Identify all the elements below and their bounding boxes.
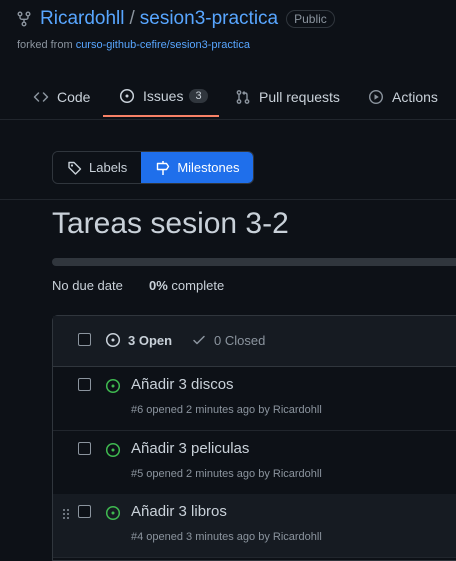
code-icon	[33, 89, 49, 105]
repo-separator: /	[129, 8, 135, 29]
issue-checkbox[interactable]	[78, 442, 91, 455]
repo-forked-icon	[16, 11, 32, 27]
issue-open-icon	[105, 505, 121, 521]
repo-owner-link[interactable]: Ricardohll	[40, 8, 124, 30]
visibility-badge: Public	[286, 10, 335, 28]
select-all-checkbox[interactable]	[78, 333, 91, 346]
issue-row[interactable]: Añadir 3 libros #4 opened 3 minutes ago …	[53, 494, 456, 558]
closed-issues-filter[interactable]: 0 Closed	[191, 332, 265, 348]
milestone-percent: 0%	[149, 278, 168, 293]
tab-issues[interactable]: Issues 3	[103, 76, 219, 117]
issue-meta: #5 opened 2 minutes ago by Ricardohll	[131, 468, 322, 480]
milestone-icon	[155, 160, 171, 176]
check-icon	[191, 332, 207, 348]
issue-checkbox[interactable]	[78, 505, 91, 518]
drag-handle-icon[interactable]	[62, 508, 70, 520]
issue-meta: #6 opened 2 minutes ago by Ricardohll	[131, 404, 322, 416]
milestones-button-label: Milestones	[177, 160, 240, 175]
issues-count-badge: 3	[189, 88, 208, 103]
tab-code-label: Code	[57, 89, 91, 105]
issue-row[interactable]: Añadir 3 peliculas #5 opened 2 minutes a…	[53, 431, 456, 495]
labels-button[interactable]: Labels	[53, 152, 142, 183]
tab-pull-requests[interactable]: Pull requests	[235, 76, 340, 118]
milestone-title: Tareas sesion 3-2	[52, 207, 289, 240]
issues-box: 3 Open 0 Closed Añadir 3 discos #6 opene…	[52, 315, 456, 561]
repo-tabs: Code Issues 3 Pull requests Actions	[0, 76, 456, 120]
tab-code[interactable]: Code	[33, 76, 90, 118]
open-issues-filter[interactable]: 3 Open	[105, 332, 172, 348]
issue-title-link[interactable]: Añadir 3 libros	[131, 503, 227, 520]
milestone-progress-bar	[52, 258, 456, 266]
repo-title: Ricardohll / sesion3-practica Public	[16, 8, 335, 30]
git-pull-request-icon	[235, 89, 251, 105]
section-divider	[0, 199, 456, 200]
forked-from-link[interactable]: curso-github-cefire/sesion3-practica	[76, 39, 250, 51]
issue-title-link[interactable]: Añadir 3 peliculas	[131, 440, 249, 457]
forked-from-line: forked from curso-github-cefire/sesion3-…	[17, 39, 250, 51]
issue-open-icon	[105, 442, 121, 458]
milestone-completion: 0% complete	[149, 278, 224, 293]
tag-icon	[67, 160, 83, 176]
tab-issues-label: Issues	[143, 87, 184, 104]
issues-box-header: 3 Open 0 Closed	[53, 316, 456, 367]
issue-row[interactable]: Añadir 3 discos #6 opened 2 minutes ago …	[53, 367, 456, 431]
issue-open-icon	[105, 378, 121, 394]
milestones-button[interactable]: Milestones	[141, 152, 254, 183]
labels-milestones-switch: Labels Milestones	[52, 151, 255, 184]
labels-button-label: Labels	[89, 160, 128, 175]
issue-opened-icon	[105, 332, 121, 348]
open-issues-label: 3 Open	[128, 332, 173, 348]
milestone-complete-label: complete	[171, 278, 225, 293]
milestone-due-date: No due date	[52, 278, 123, 293]
repo-name-link[interactable]: sesion3-practica	[140, 8, 278, 30]
tab-pull-requests-label: Pull requests	[259, 89, 340, 105]
tab-actions-label: Actions	[392, 89, 438, 105]
tab-actions[interactable]: Actions	[368, 76, 438, 118]
play-icon	[368, 89, 384, 105]
issue-meta: #4 opened 3 minutes ago by Ricardohll	[131, 531, 322, 543]
issue-opened-icon	[119, 88, 135, 104]
issue-checkbox[interactable]	[78, 378, 91, 391]
forked-from-label: forked from	[17, 39, 76, 51]
closed-issues-label: 0 Closed	[214, 332, 266, 348]
issue-title-link[interactable]: Añadir 3 discos	[131, 376, 234, 393]
